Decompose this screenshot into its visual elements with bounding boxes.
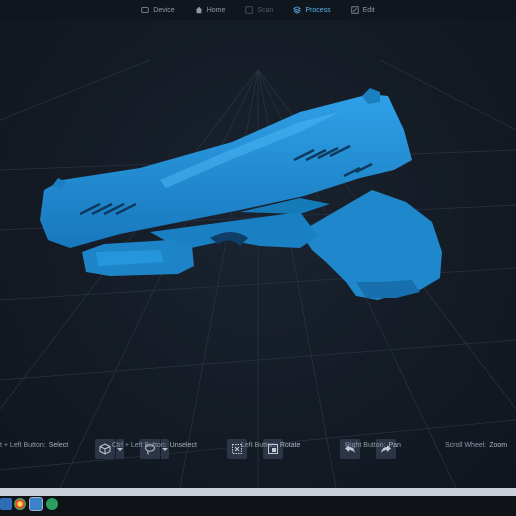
taskbar-strip [0,488,516,496]
3d-viewport[interactable]: Device Home Scan Process Edit t + Left B… [0,0,516,488]
hint-key: Scroll Wheel: [445,442,487,449]
os-taskbar [0,488,516,516]
hint-key: Right Button: [345,442,386,449]
hint-value: Select [48,442,69,449]
tab-label: Process [305,6,331,14]
layers-icon [293,6,302,14]
top-navigation: Device Home Scan Process Edit [0,0,516,20]
tab-edit[interactable]: Edit [344,1,382,19]
home-icon [195,6,202,14]
hint-pan: Right Button: Pan [345,442,401,449]
hint-zoom: Scroll Wheel: Zoom [445,442,507,449]
hint-key: Left Button: [241,442,277,449]
app-icon[interactable] [46,498,58,510]
pistol-scan-model[interactable] [0,0,516,488]
browser-icon[interactable] [14,498,26,510]
tab-label: Device [153,6,175,14]
hint-rotate: Left Button: Rotate [241,442,300,449]
device-icon [141,7,149,13]
app-icon[interactable] [0,498,12,510]
scan-icon [245,6,253,14]
hint-value: Rotate [279,442,301,449]
scanner-app-icon[interactable] [29,497,43,511]
hint-value: Pan [388,442,401,449]
hint-unselect: Ctrl + Left Button: Unselect [112,442,197,449]
hint-key: t + Left Button: [0,442,46,449]
tab-home[interactable]: Home [188,1,233,19]
hint-value: Unselect [169,442,197,449]
tab-label: Edit [362,6,375,14]
tab-label: Home [206,6,226,14]
hint-key: Ctrl + Left Button: [112,442,167,449]
edit-icon [351,6,359,14]
tab-scan: Scan [238,1,280,19]
hint-select: t + Left Button: Select [0,442,68,449]
hint-value: Zoom [489,442,508,449]
tab-device[interactable]: Device [134,1,181,19]
tab-process[interactable]: Process [286,1,337,19]
cube-select-icon [99,443,111,455]
tab-label: Scan [257,6,274,14]
